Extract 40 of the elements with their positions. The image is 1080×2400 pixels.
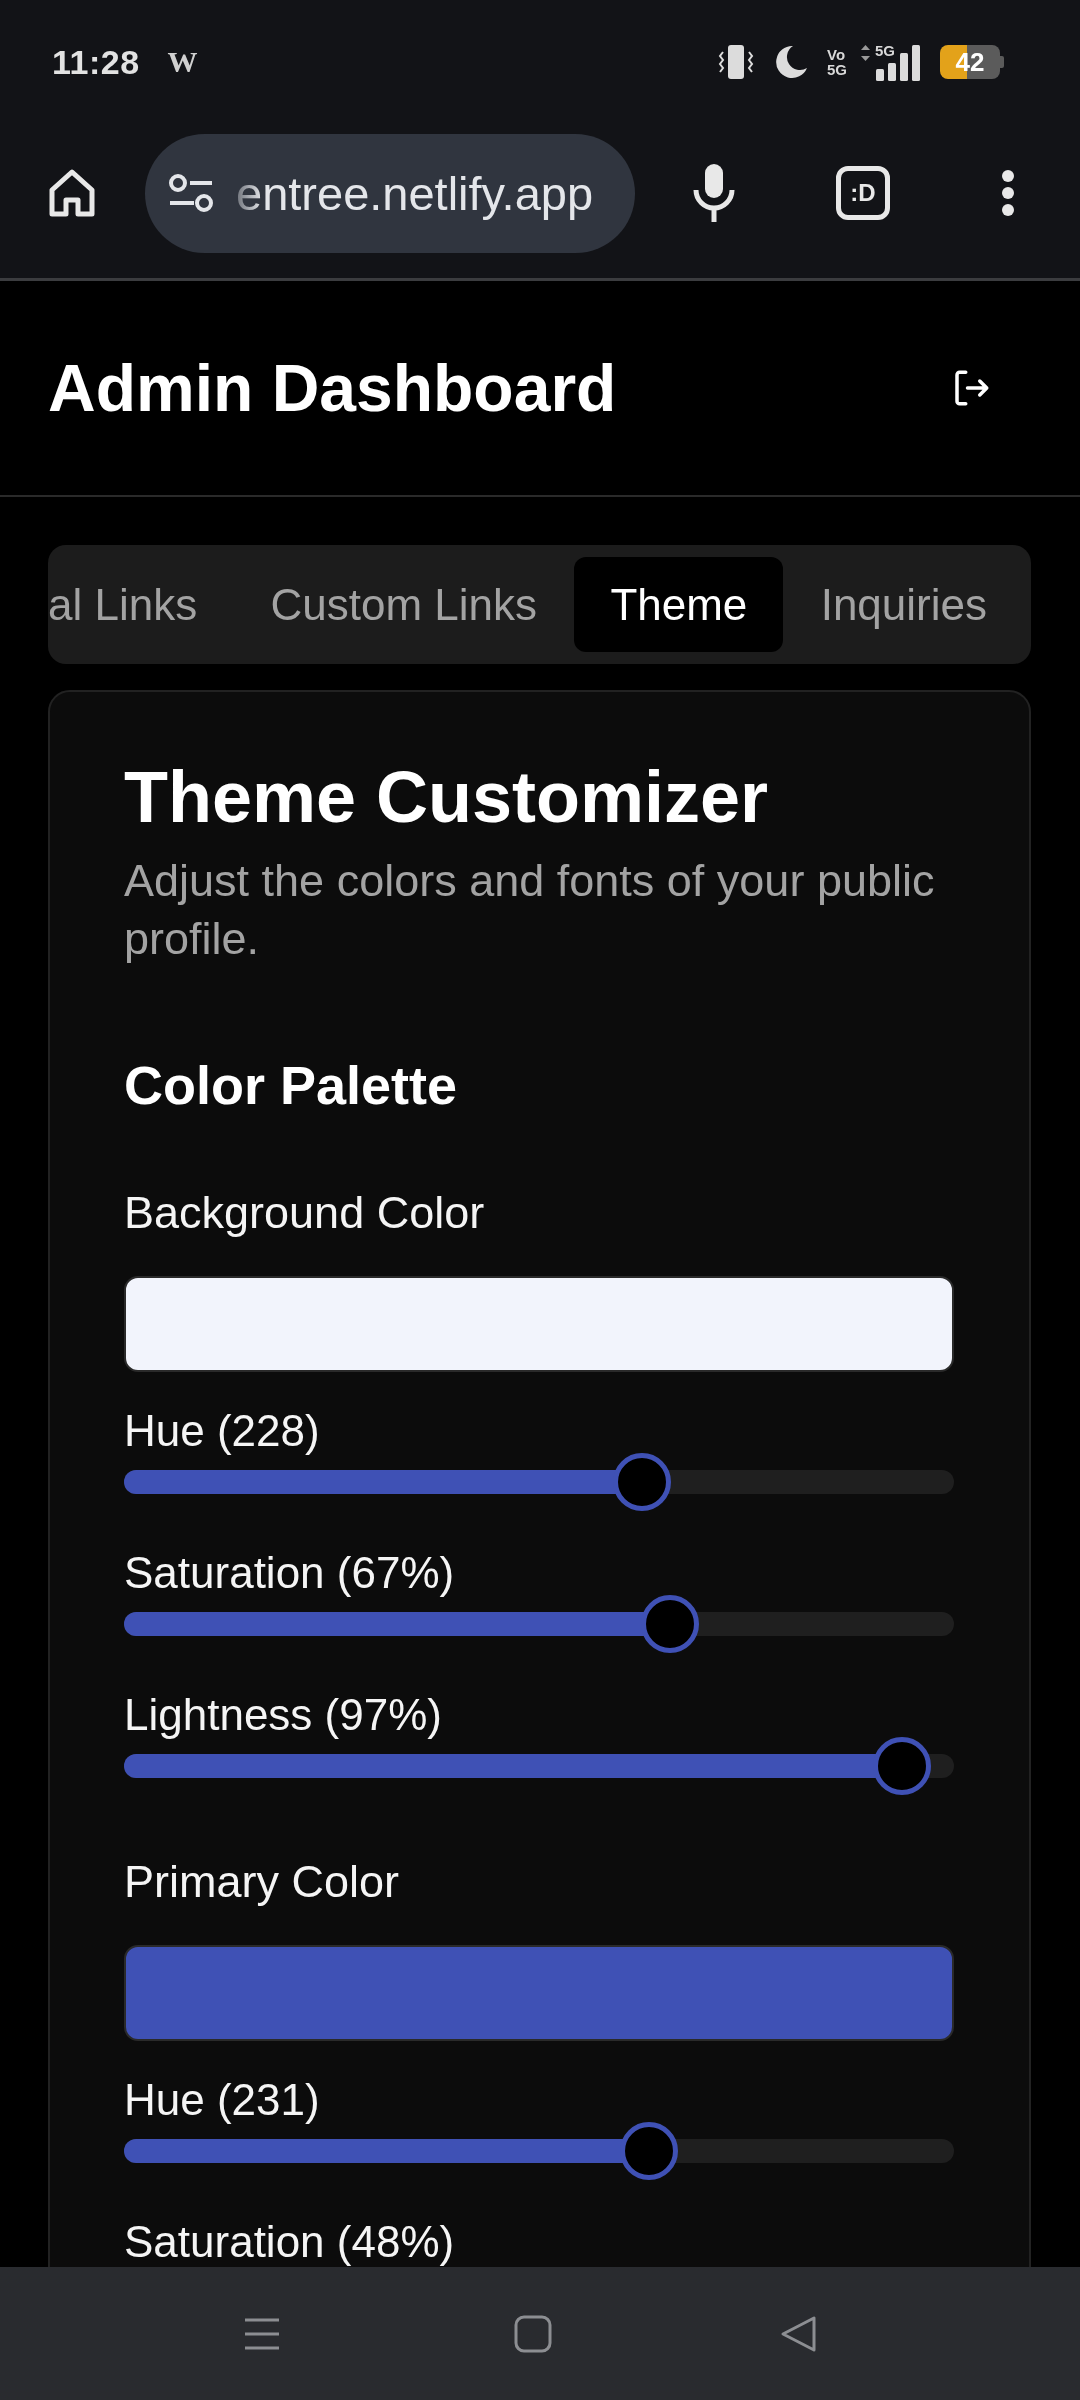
slider-track[interactable]	[124, 1453, 954, 1511]
slider-label: Hue (228)	[124, 1409, 321, 1453]
tab-switcher-button[interactable]: :D	[836, 166, 890, 220]
slider-thumb[interactable]	[872, 1737, 931, 1795]
url-text: entree.netlify.app	[236, 165, 594, 221]
tab[interactable]: al Links	[48, 557, 234, 652]
section-title: Color Palette	[124, 1054, 459, 1117]
slider-label: Lightness (97%)	[124, 1693, 443, 1737]
tab[interactable]: Theme	[574, 557, 784, 652]
more-icon[interactable]	[1000, 169, 1016, 217]
card-subtitle: Adjust the colors and fonts of your public profile.	[124, 854, 936, 966]
page-title: Admin Dashboard	[48, 350, 617, 426]
app-notification-icon: W	[167, 45, 198, 79]
slider-track[interactable]	[124, 1595, 954, 1653]
data-arrows-icon	[861, 45, 870, 61]
slider-label: Hue (231)	[124, 2078, 321, 2122]
signal-bars-icon	[874, 45, 922, 81]
slider-label: Saturation (67%)	[124, 1551, 456, 1595]
card-title: Theme Customizer	[124, 756, 770, 839]
slider-track[interactable]	[124, 1737, 954, 1795]
slider-track[interactable]	[124, 2122, 954, 2180]
slider-thumb[interactable]	[612, 1453, 671, 1511]
tab[interactable]: Custom Links	[234, 557, 574, 652]
moon-icon	[773, 44, 809, 80]
address-bar[interactable]: entree.netlify.app	[145, 133, 635, 253]
vibrate-icon	[717, 43, 755, 81]
field-label: Primary Color	[124, 1855, 401, 1909]
network-label: 5G	[875, 43, 895, 58]
field-label: Background Color	[124, 1186, 486, 1240]
color-swatch[interactable]	[124, 1945, 954, 2041]
volte-network-label: 5G	[827, 62, 847, 77]
tab[interactable]: Inquiries	[784, 557, 1023, 652]
volte-label: Vo	[827, 47, 847, 62]
slider-label: Saturation (48%)	[124, 2220, 456, 2264]
slider-thumb[interactable]	[619, 2122, 678, 2180]
home-icon[interactable]	[48, 168, 96, 218]
microphone-icon[interactable]	[692, 164, 736, 222]
color-swatch[interactable]	[124, 1276, 954, 1372]
site-settings-icon[interactable]	[168, 173, 214, 213]
status-time: 11:28	[52, 42, 140, 82]
